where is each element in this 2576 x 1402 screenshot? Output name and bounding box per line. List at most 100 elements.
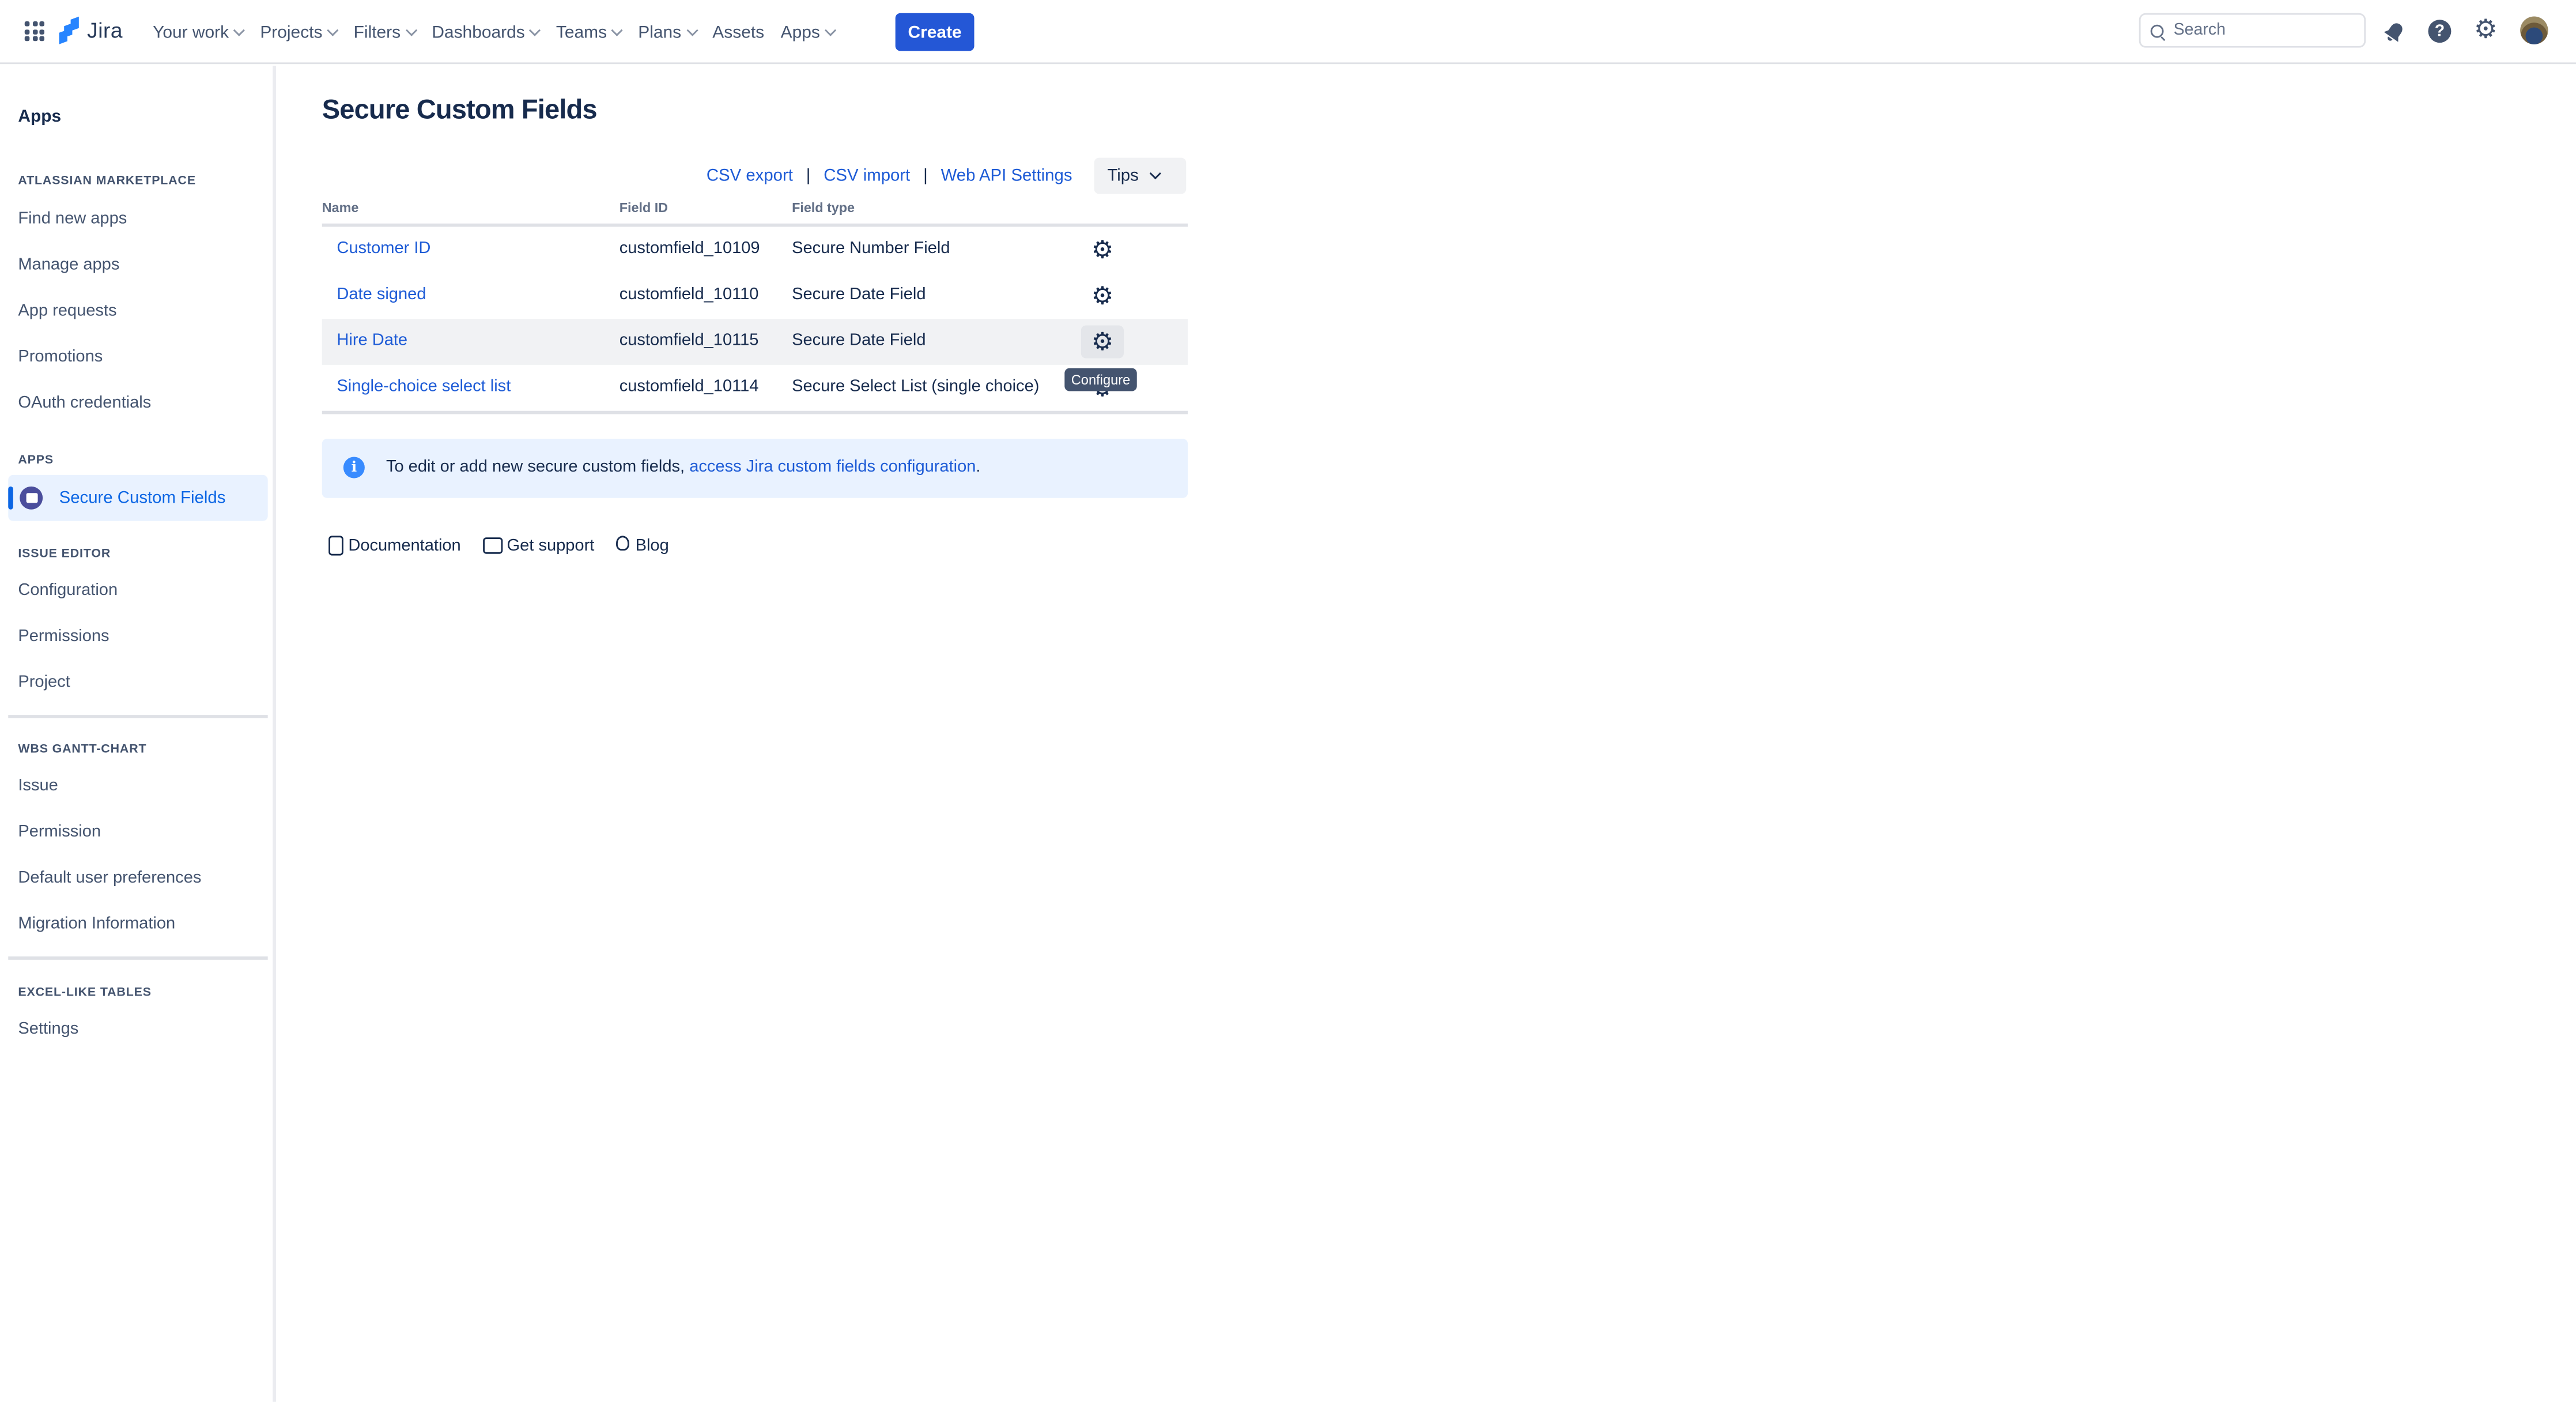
- blog-link[interactable]: Blog: [615, 536, 669, 557]
- sidebar-item-project[interactable]: Project: [18, 674, 70, 692]
- table-row: Single-choice select list customfield_10…: [322, 365, 1188, 411]
- field-id: customfield_10110: [619, 286, 759, 304]
- field-name-link[interactable]: Single-choice select list: [337, 378, 511, 396]
- create-button[interactable]: Create: [895, 13, 975, 51]
- sidebar: Apps ATLASSIAN MARKETPLACE Find new apps…: [0, 66, 276, 1402]
- field-type: Secure Select List (single choice): [792, 378, 1040, 397]
- product-name: Jira: [87, 18, 123, 43]
- sidebar-item-secure-custom-fields[interactable]: Secure Custom Fields: [8, 474, 268, 521]
- section-heading: ISSUE EDITOR: [18, 545, 111, 561]
- jira-logo-icon: [59, 16, 81, 44]
- nav-label: Teams: [556, 22, 607, 42]
- field-type: Secure Number Field: [792, 240, 950, 258]
- column-header-field-id: Field ID: [619, 200, 668, 216]
- info-suffix: .: [976, 458, 981, 477]
- footer-link-label: Blog: [635, 537, 669, 556]
- actions-bar: CSV export | CSV import | Web API Settin…: [707, 158, 1072, 194]
- csv-export-link[interactable]: CSV export: [707, 167, 793, 184]
- sidebar-item-find-new-apps[interactable]: Find new apps: [18, 210, 127, 228]
- section-heading: WBS GANTT-CHART: [18, 741, 147, 756]
- field-name-link[interactable]: Customer ID: [337, 240, 430, 258]
- field-name-link[interactable]: Hire Date: [337, 332, 407, 350]
- nav-label: Plans: [638, 22, 682, 42]
- nav-dashboards[interactable]: Dashboards: [424, 12, 548, 51]
- notifications-icon[interactable]: [2381, 18, 2407, 44]
- sidebar-item-app-requests[interactable]: App requests: [18, 303, 116, 321]
- tips-dropdown-button[interactable]: Tips: [1094, 157, 1187, 194]
- nav-plans[interactable]: Plans: [630, 12, 704, 51]
- sidebar-title: Apps: [18, 107, 62, 127]
- configure-gear-icon[interactable]: ⚙: [1081, 325, 1124, 359]
- sidebar-item-migration-information[interactable]: Migration Information: [18, 915, 175, 933]
- help-glyph: ?: [2428, 20, 2452, 43]
- table-header: Name Field ID Field type: [322, 197, 1188, 227]
- nav-your-work[interactable]: Your work: [145, 12, 252, 51]
- chevron-down-icon: [530, 24, 542, 36]
- help-icon[interactable]: ?: [2427, 18, 2453, 44]
- field-id: customfield_10115: [619, 331, 759, 350]
- footer-link-label: Get support: [507, 537, 595, 556]
- top-navigation: Jira Your work Projects Filters Dashboar…: [0, 0, 2576, 65]
- table-row: Date signed customfield_10110 Secure Dat…: [322, 273, 1188, 319]
- sidebar-item-permissions[interactable]: Permissions: [18, 628, 109, 646]
- field-type: Secure Date Field: [792, 331, 926, 350]
- field-name-link[interactable]: Date signed: [337, 286, 426, 304]
- nav-label: Assets: [712, 22, 765, 42]
- section-heading: EXCEL-LIKE TABLES: [18, 984, 152, 1000]
- nav-label: Apps: [780, 22, 820, 42]
- nav-assets[interactable]: Assets: [704, 12, 772, 51]
- chevron-down-icon: [405, 24, 417, 36]
- info-banner: i To edit or add new secure custom field…: [322, 439, 1188, 498]
- sidebar-item-default-user-preferences[interactable]: Default user preferences: [18, 869, 201, 887]
- nav-label: Your work: [153, 22, 229, 42]
- configure-gear-icon[interactable]: ⚙: [1081, 280, 1124, 312]
- sidebar-item-issue[interactable]: Issue: [18, 777, 58, 795]
- custom-fields-configuration-link[interactable]: access Jira custom fields configuration: [689, 458, 976, 476]
- info-icon: i: [343, 457, 365, 478]
- field-id: customfield_10109: [619, 240, 760, 258]
- field-id: customfield_10114: [619, 378, 759, 397]
- sidebar-item-manage-apps[interactable]: Manage apps: [18, 257, 119, 274]
- chevron-down-icon: [327, 24, 339, 36]
- column-header-field-type: Field type: [792, 200, 855, 216]
- chevron-down-icon: [1150, 168, 1161, 179]
- sidebar-item-configuration[interactable]: Configuration: [18, 582, 118, 600]
- section-heading: APPS: [18, 451, 54, 467]
- field-type: Secure Date Field: [792, 286, 926, 304]
- separator: |: [923, 167, 928, 185]
- divider: [8, 715, 268, 718]
- nav-projects[interactable]: Projects: [252, 12, 345, 51]
- web-api-settings-link[interactable]: Web API Settings: [941, 167, 1072, 184]
- settings-icon[interactable]: ⚙: [2472, 17, 2499, 44]
- search-input[interactable]: Search: [2139, 13, 2366, 48]
- nav-label: Dashboards: [432, 22, 525, 42]
- nav-apps[interactable]: Apps: [772, 12, 843, 51]
- table-row: Hire Date customfield_10115 Secure Date …: [322, 319, 1188, 365]
- nav-teams[interactable]: Teams: [548, 12, 630, 51]
- avatar[interactable]: [2520, 16, 2548, 44]
- sidebar-item-permission[interactable]: Permission: [18, 823, 101, 841]
- column-header-name: Name: [322, 200, 359, 216]
- chevron-down-icon: [611, 24, 624, 36]
- chevron-down-icon: [686, 24, 698, 36]
- csv-import-link[interactable]: CSV import: [824, 167, 910, 184]
- active-indicator: [8, 486, 13, 510]
- jira-logo[interactable]: Jira: [59, 16, 123, 44]
- sidebar-item-promotions[interactable]: Promotions: [18, 348, 103, 366]
- app-switcher-icon[interactable]: [24, 21, 44, 42]
- nav-label: Projects: [260, 22, 323, 42]
- sidebar-item-oauth-credentials[interactable]: OAuth credentials: [18, 394, 151, 412]
- separator: |: [806, 167, 811, 185]
- nav-filters[interactable]: Filters: [345, 12, 424, 51]
- table-footer-divider: [322, 410, 1188, 414]
- tips-label: Tips: [1107, 167, 1139, 185]
- get-support-link[interactable]: Get support: [482, 536, 595, 557]
- document-icon: [324, 536, 343, 557]
- chevron-down-icon: [233, 24, 245, 36]
- configure-gear-icon[interactable]: ⚙: [1081, 233, 1124, 266]
- footer-links: Documentation Get support Blog: [324, 536, 690, 557]
- lightbulb-icon: [615, 536, 630, 557]
- sidebar-item-settings[interactable]: Settings: [18, 1020, 78, 1038]
- documentation-link[interactable]: Documentation: [324, 536, 461, 557]
- sidebar-item-label: Secure Custom Fields: [59, 489, 226, 507]
